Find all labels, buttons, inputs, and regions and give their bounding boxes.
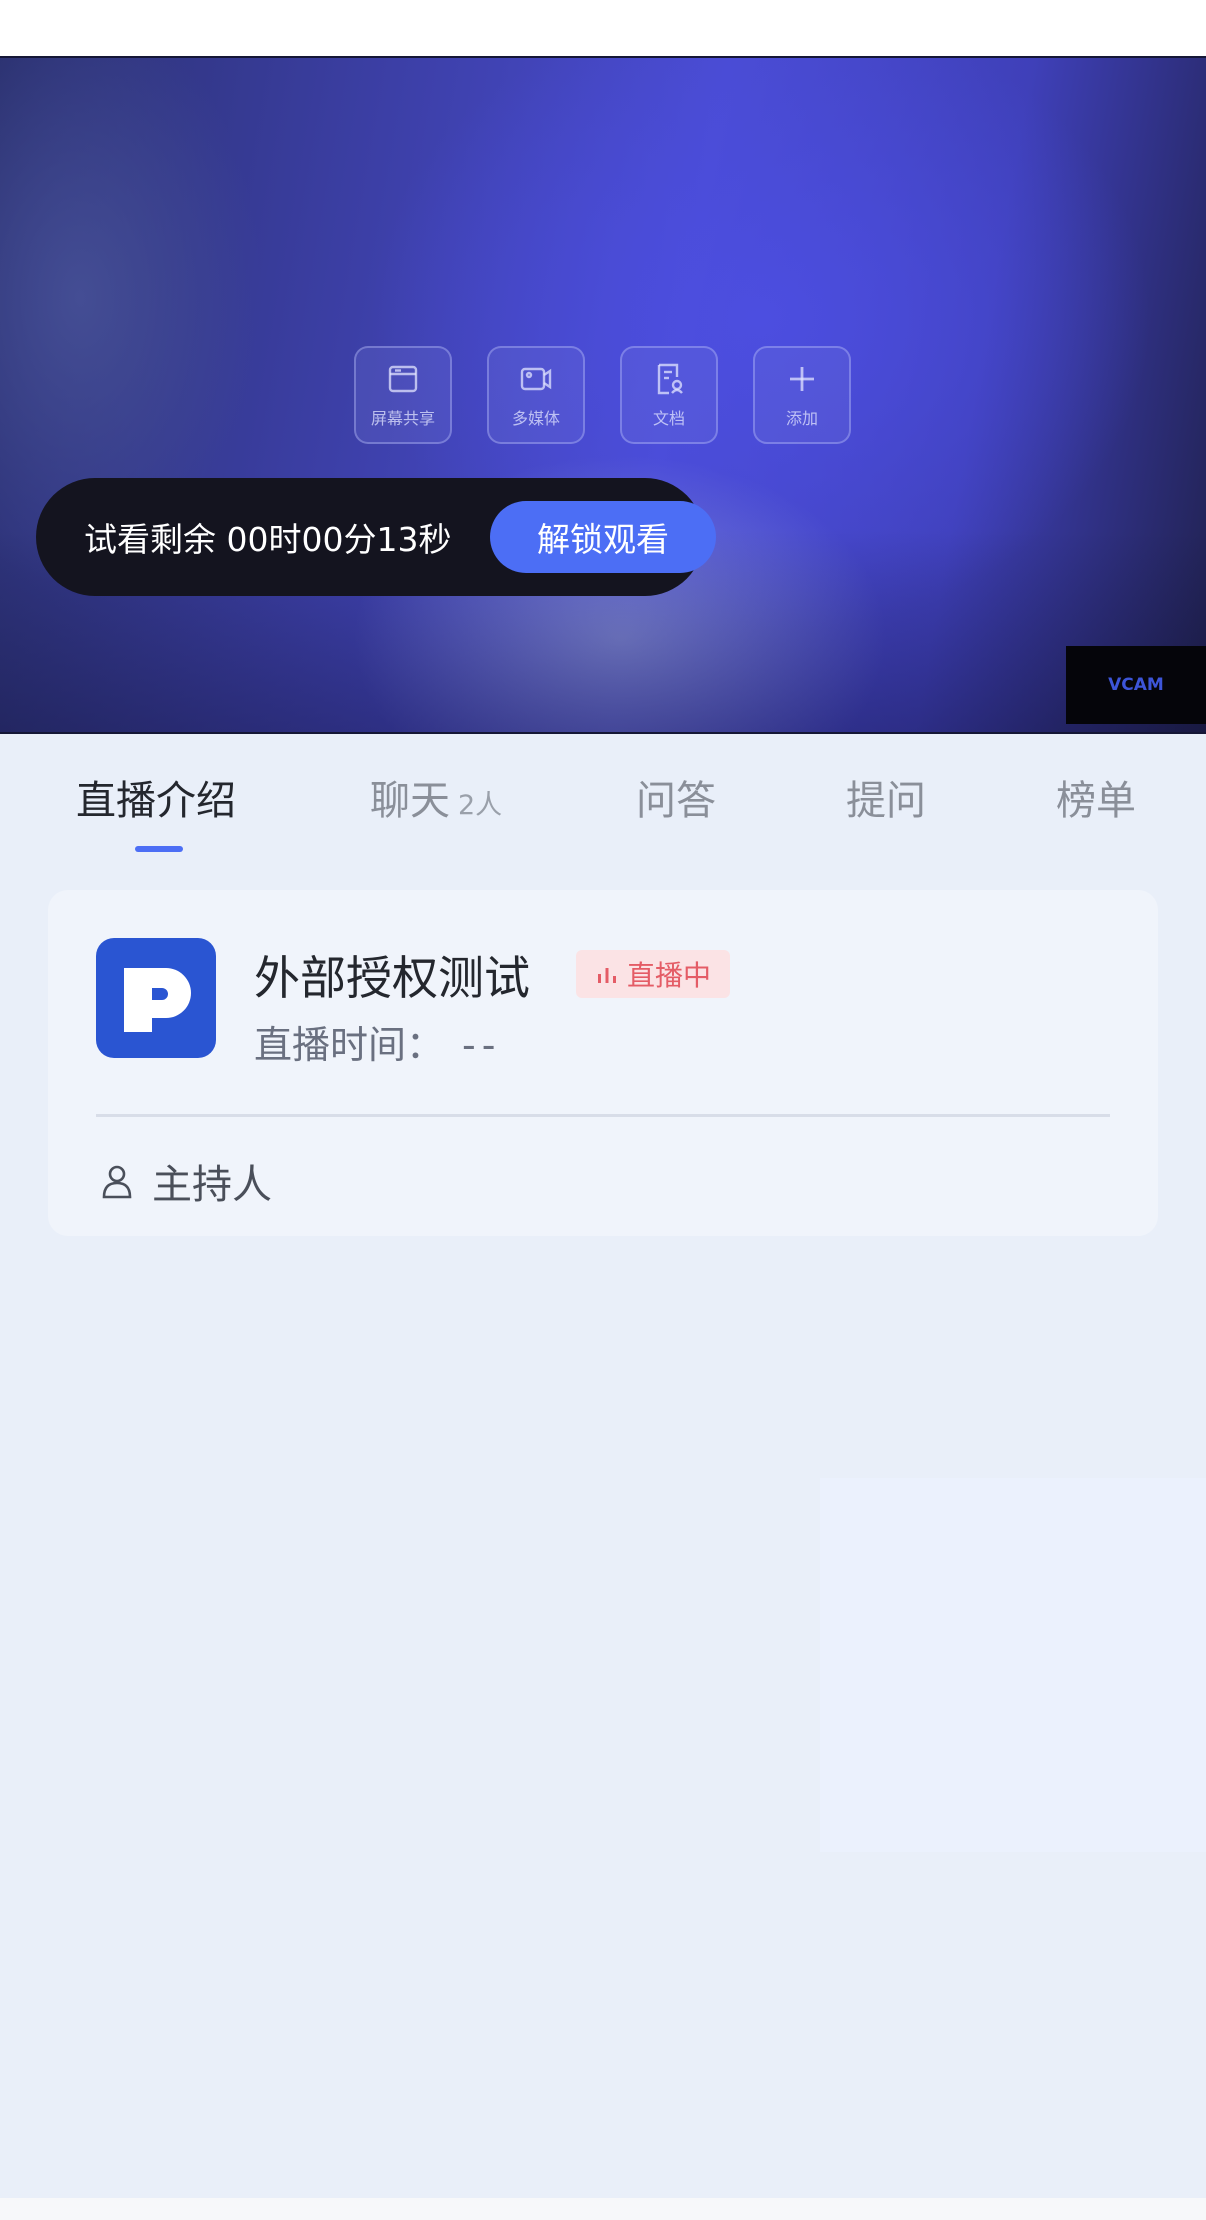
live-status-badge: 直播中 <box>576 950 730 998</box>
document-button[interactable]: 文档 <box>620 346 718 444</box>
trial-countdown-text: 试看剩余 00时00分13秒 <box>84 520 452 559</box>
tab-bar: 直播介绍 聊天 2人 问答 提问 榜单 <box>0 734 1206 862</box>
p-logo-icon <box>124 968 191 1032</box>
live-time-value: -- <box>462 1023 502 1067</box>
tab-chat[interactable]: 聊天 2人 <box>370 768 502 826</box>
unlock-watch-button[interactable]: 解锁观看 <box>490 501 716 573</box>
user-icon <box>102 1165 132 1199</box>
bottom-bar <box>0 2198 1206 2220</box>
host-label: 主持人 <box>152 1162 272 1208</box>
tab-live-intro[interactable]: 直播介绍 <box>76 768 236 826</box>
add-label: 添加 <box>785 409 818 428</box>
chat-count: 2人 <box>458 790 503 821</box>
live-time-label: 直播时间： <box>254 1023 445 1067</box>
document-label: 文档 <box>652 409 685 428</box>
tab-ranking[interactable]: 榜单 <box>1056 768 1136 826</box>
multimedia-label: 多媒体 <box>511 409 560 428</box>
live-bars-icon <box>597 968 616 983</box>
video-player[interactable]: 屏幕共享 多媒体 文档 添加 试看剩余 00时00分13秒 解锁观看 VCAM <box>0 56 1206 734</box>
tab-ask-label: 提问 <box>846 778 926 824</box>
channel-logo <box>96 938 216 1058</box>
live-status-label: 直播中 <box>626 959 711 992</box>
multimedia-button[interactable]: 多媒体 <box>487 346 585 444</box>
status-bar <box>0 0 1206 56</box>
screen-share-label: 屏幕共享 <box>370 409 435 428</box>
screen-share-button[interactable]: 屏幕共享 <box>354 346 452 444</box>
card-divider <box>96 1114 1110 1117</box>
live-tools: 屏幕共享 多媒体 文档 添加 <box>354 346 851 444</box>
tab-ask[interactable]: 提问 <box>846 768 926 826</box>
event-title: 外部授权测试 <box>254 951 530 1005</box>
live-time-row: 直播时间： -- <box>254 1014 501 1069</box>
host-row[interactable]: 主持人 <box>100 1152 272 1210</box>
tab-ranking-label: 榜单 <box>1056 778 1136 824</box>
screen-share-icon <box>388 365 418 393</box>
tab-chat-label: 聊天 <box>370 778 450 824</box>
trial-countdown-banner: 试看剩余 00时00分13秒 解锁观看 <box>36 478 716 596</box>
tab-qa-label: 问答 <box>636 778 716 824</box>
tab-qa[interactable]: 问答 <box>636 768 716 826</box>
live-info-card: 外部授权测试 直播中 直播时间： -- 主持人 <box>48 890 1158 1236</box>
plus-icon <box>790 367 814 391</box>
add-button[interactable]: 添加 <box>753 346 851 444</box>
document-icon <box>657 363 683 395</box>
vcam-watermark: VCAM <box>1066 646 1206 724</box>
tab-live-intro-label: 直播介绍 <box>76 778 236 824</box>
active-tab-indicator <box>135 846 183 852</box>
background-panel <box>820 1478 1206 1852</box>
multimedia-icon <box>520 367 552 391</box>
